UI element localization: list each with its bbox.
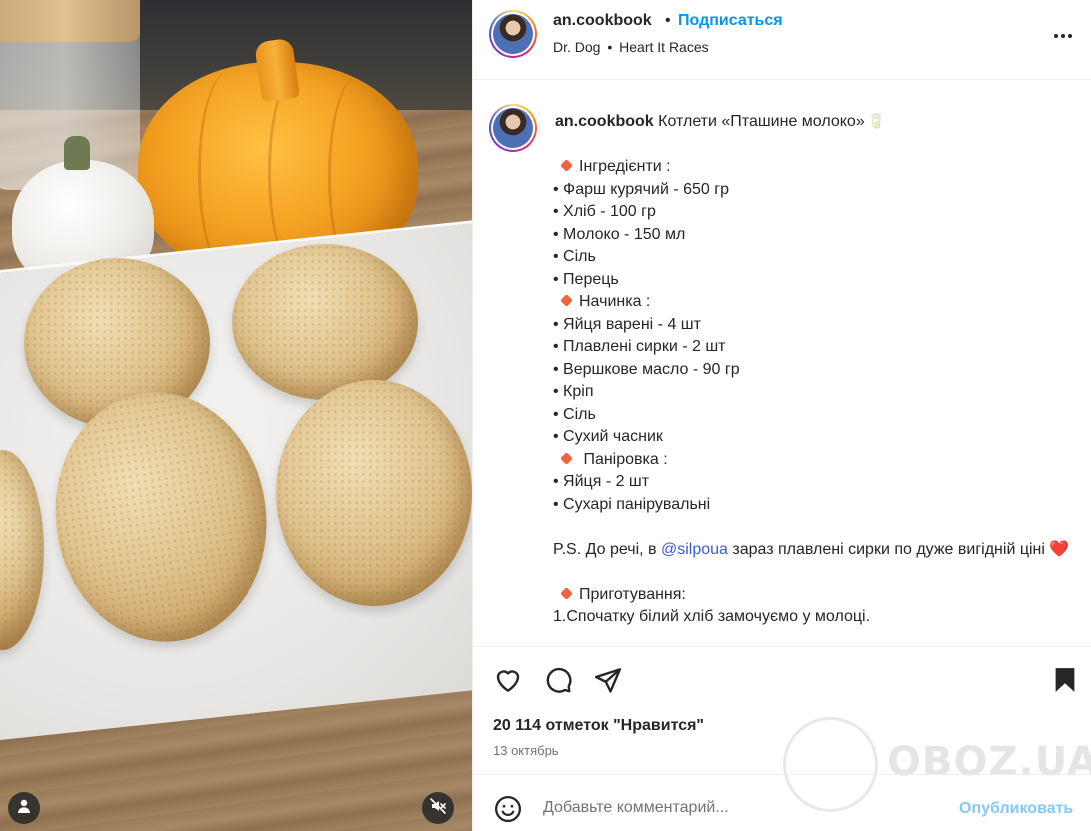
media-jar-lid: [0, 0, 140, 42]
media-white-pumpkin-stem: [64, 136, 90, 170]
caption-list-item: • Сіль: [553, 405, 596, 423]
bookmark-icon: [1050, 668, 1080, 699]
post-media[interactable]: [0, 0, 472, 831]
post-panel: an.cookbook • Подписаться Dr. Dog • Hear…: [472, 0, 1091, 831]
share-button[interactable]: [593, 665, 623, 695]
caption-list-item: • Сухарі панірувальні: [553, 495, 711, 513]
diamond-marker-icon: [560, 451, 573, 465]
caption-section-heading: Начинка :: [555, 291, 1075, 314]
caption-list-item: • Фарш курячий - 650 гр: [553, 180, 729, 198]
caption-title-line: an.cookbook Котлети «Пташине молоко» 🥛: [555, 110, 1075, 134]
caption-username[interactable]: an.cookbook: [555, 113, 654, 130]
likes-count[interactable]: 20 114 отметок "Нравится": [493, 717, 704, 735]
user-tag-button[interactable]: [8, 792, 40, 824]
post-header: an.cookbook • Подписаться Dr. Dog • Hear…: [473, 0, 1091, 80]
caption-list-item: • Хліб - 100 гр: [553, 203, 656, 220]
like-button[interactable]: [493, 665, 523, 695]
user-tag-icon: [16, 798, 32, 819]
milk-glass-emoji: 🥛: [867, 113, 886, 129]
post-caption: an.cookbook Котлети «Пташине молоко» 🥛 Ін…: [553, 110, 1075, 629]
ps-suffix: зараз плавлені сирки по дуже вигідній ці…: [727, 540, 1050, 558]
cooking-section-label: Приготування:: [579, 585, 686, 603]
caption-list-item: • Яйця варені - 4 шт: [553, 315, 701, 333]
header-separator: •: [665, 12, 671, 29]
caption-list-item: • Яйця - 2 шт: [553, 473, 650, 490]
media-cutlet: [276, 380, 472, 606]
mute-toggle-button[interactable]: [422, 792, 454, 824]
caption-step-1: 1.Спочатку білий хліб замочуємо у молоці…: [553, 608, 871, 625]
comment-icon: [543, 667, 573, 699]
audio-attribution[interactable]: Dr. Dog • Heart It Races: [553, 39, 709, 55]
post-actions: 20 114 отметок "Нравится" 13 октябрь OBO…: [473, 646, 1091, 812]
caption-list-item: • Сіль: [553, 248, 596, 265]
comment-input[interactable]: [543, 799, 923, 817]
caption-list-item: • Сухий часник: [553, 428, 663, 445]
audio-artist: Dr. Dog: [553, 39, 601, 55]
muted-speaker-icon: [429, 797, 447, 820]
media-cutlet: [232, 244, 418, 400]
follow-button[interactable]: Подписаться: [678, 12, 783, 30]
author-avatar[interactable]: [489, 10, 537, 58]
section-label: Начинка :: [579, 293, 651, 310]
caption-section: an.cookbook Котлети «Пташине молоко» 🥛 Ін…: [473, 80, 1091, 646]
caption-title: Котлети «Пташине молоко»: [653, 113, 865, 130]
caption-section-cooking: Приготування:: [555, 584, 1075, 607]
section-label: Інгредієнти :: [579, 158, 671, 175]
caption-section-heading: Інгредієнти :: [555, 156, 1075, 179]
caption-list-item: • Кріп: [553, 383, 594, 400]
post-date[interactable]: 13 октябрь: [493, 743, 559, 758]
heart-icon: [493, 670, 523, 699]
author-username[interactable]: an.cookbook: [553, 12, 652, 30]
publish-button[interactable]: Опубликовать: [959, 800, 1073, 818]
caption-list-item: • Плавлені сирки - 2 шт: [553, 338, 726, 355]
more-horizontal-icon: [1051, 34, 1075, 52]
diamond-marker-icon: [560, 159, 573, 172]
audio-separator: •: [607, 39, 613, 55]
caption-list-item: • Вершкове масло - 90 гр: [553, 360, 740, 378]
comment-bar: Опубликовать: [473, 774, 1091, 831]
audio-track: Heart It Races: [619, 39, 709, 55]
heart-emoji: ❤️: [1049, 540, 1070, 558]
caption-ps: P.S. До речі, в @silpoua зараз плавлені …: [553, 539, 1075, 562]
comment-button[interactable]: [543, 665, 573, 695]
mention-link[interactable]: @silpoua: [661, 541, 728, 558]
save-button[interactable]: [1050, 665, 1080, 695]
caption-ingredients: Інгредієнти : • Фарш курячий - 650 гр • Хл…: [553, 156, 1075, 516]
ps-prefix: P.S. До речі, в: [553, 540, 661, 558]
more-options-button[interactable]: [1051, 24, 1075, 48]
caption-avatar[interactable]: [489, 104, 537, 152]
emoji-button[interactable]: [493, 794, 523, 824]
caption-list-item: • Перець: [553, 270, 619, 288]
send-icon: [593, 668, 623, 699]
diamond-marker-icon: [560, 586, 573, 600]
smile-icon: [493, 796, 523, 828]
caption-section-heading: Паніровка :: [555, 449, 1075, 472]
section-label: Паніровка :: [579, 450, 668, 468]
caption-list-item: • Молоко - 150 мл: [553, 225, 686, 243]
diamond-marker-icon: [560, 294, 573, 307]
